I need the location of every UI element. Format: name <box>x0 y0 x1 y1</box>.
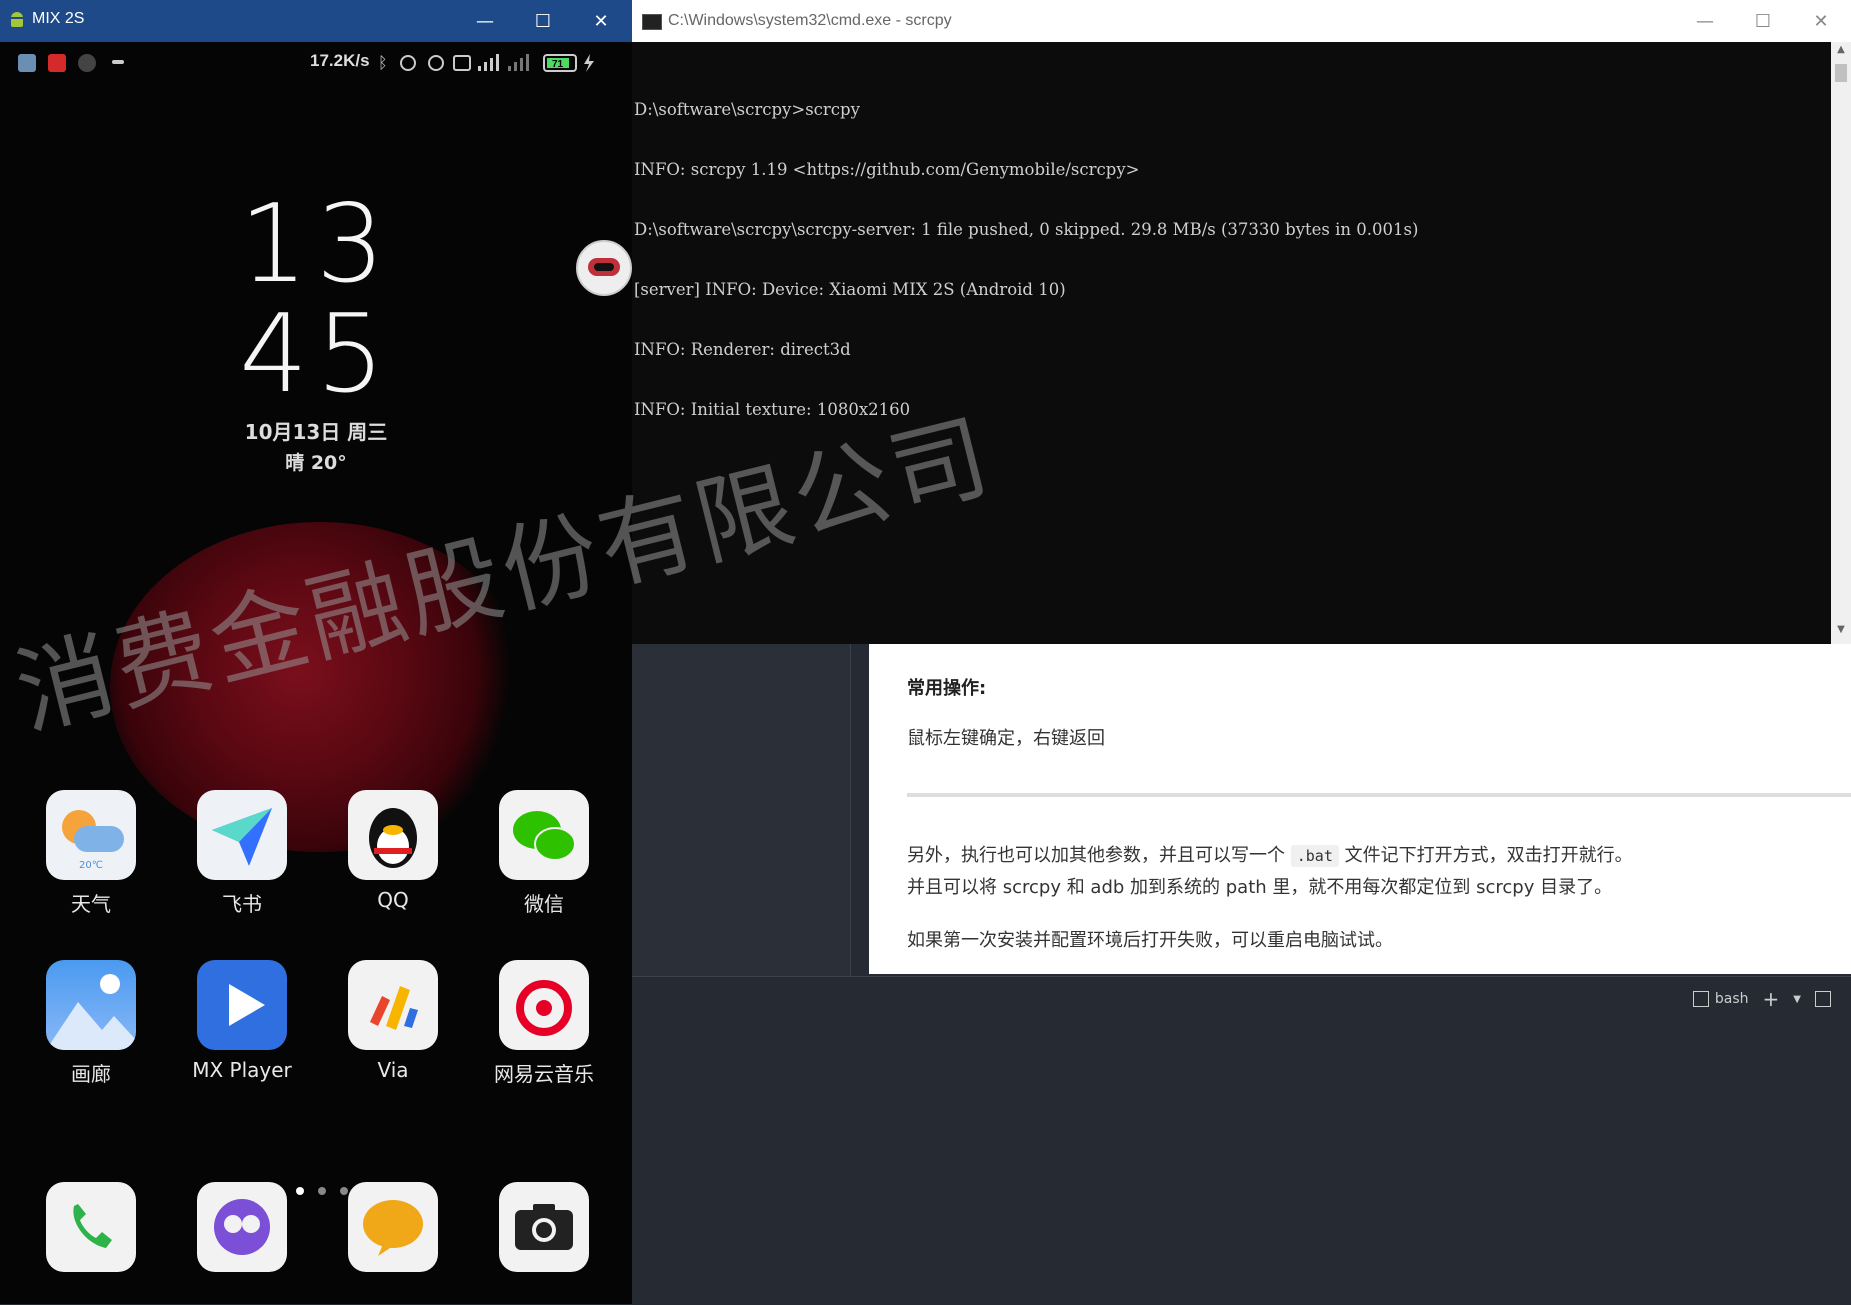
app-via[interactable]: Via <box>338 960 448 1082</box>
inline-code: .bat <box>1290 845 1339 867</box>
clock-minute: 45 <box>239 292 393 417</box>
text-span: 另外，执行也可以加其他参数，并且可以写一个 <box>907 845 1291 866</box>
android-icon <box>10 12 24 27</box>
editor-sidebar <box>632 644 851 976</box>
terminal-shell-label: bash <box>1714 991 1749 1007</box>
more-dots-icon <box>112 60 124 64</box>
console-line: INFO: scrcpy 1.19 <https://github.com/Ge… <box>634 160 1140 179</box>
app-feishu[interactable]: 飞书 <box>187 790 297 917</box>
app-label: 天气 <box>71 892 111 916</box>
add-terminal-icon[interactable]: + <box>1763 987 1780 1011</box>
app-mx-player[interactable]: MX Player <box>187 960 297 1082</box>
close-button[interactable]: ✕ <box>572 0 630 42</box>
dock-phone[interactable] <box>36 1182 146 1272</box>
play-icon <box>197 960 287 1050</box>
app-gallery[interactable]: 画廊 <box>36 960 146 1087</box>
page-dot <box>318 1187 326 1195</box>
phone-icon <box>46 1182 136 1272</box>
console-line: INFO: Initial texture: 1080x2160 <box>634 400 911 419</box>
preview-paragraph: 另外，执行也可以加其他参数，并且可以写一个 .bat 文件记下打开方式，双击打开… <box>907 840 1633 904</box>
cmd-scrollbar[interactable]: ▲ ▼ <box>1831 42 1851 644</box>
split-terminal-icon[interactable] <box>1815 991 1831 1007</box>
dock-messages[interactable] <box>338 1182 448 1272</box>
weather-app-icon: 20℃ <box>46 790 136 880</box>
cmd-window-title: C:\Windows\system32\cmd.exe - scrcpy <box>668 12 952 29</box>
terminal-tab[interactable]: bash <box>1692 991 1749 1007</box>
contacts-icon <box>197 1182 287 1272</box>
chevron-down-icon[interactable]: ▼ <box>1793 994 1801 1005</box>
weather-label: 晴 20° <box>285 452 347 474</box>
preview-paragraph: 如果第一次安装并配置环境后打开失败，可以重启电脑试试。 <box>907 930 1393 951</box>
app-wechat[interactable]: 微信 <box>489 790 599 917</box>
horizontal-rule <box>907 793 1851 797</box>
floating-ball-button[interactable] <box>576 240 632 296</box>
wechat-icon <box>499 790 589 880</box>
scroll-thumb[interactable] <box>1835 64 1847 82</box>
maximize-button[interactable]: ☐ <box>1734 0 1792 42</box>
console-line: D:\software\scrcpy>scrcpy <box>634 100 860 119</box>
status-bar: 17.2K/s ᛒ 71 <box>0 42 632 82</box>
camera-icon <box>499 1182 589 1272</box>
app-label: 网易云音乐 <box>494 1062 594 1086</box>
close-button[interactable]: ✕ <box>1792 0 1850 42</box>
maximize-button[interactable]: ☐ <box>514 0 572 42</box>
qq-penguin-icon <box>348 790 438 880</box>
app-label: QQ <box>377 888 409 912</box>
app-weather[interactable]: 20℃ 天气 <box>36 790 146 917</box>
gallery-icon <box>46 960 136 1050</box>
via-icon <box>348 960 438 1050</box>
console-output[interactable]: D:\software\scrcpy>scrcpy INFO: scrcpy 1… <box>634 60 1824 460</box>
text-span: 文件记下打开方式，双击打开就行。 <box>1338 845 1633 866</box>
cat-icon <box>78 54 96 72</box>
terminal-icon <box>1692 991 1709 1007</box>
dock-contacts[interactable] <box>187 1182 297 1272</box>
preview-paragraph: 鼠标左键确定，右键返回 <box>907 728 1105 749</box>
wallpaper-rose <box>110 522 530 852</box>
dock-camera[interactable] <box>489 1182 599 1272</box>
notification-app-icon <box>18 54 36 72</box>
minimize-button[interactable]: — <box>1676 0 1734 42</box>
app-qq[interactable]: QQ <box>338 790 448 912</box>
scroll-down-icon[interactable]: ▼ <box>1831 624 1851 642</box>
phone-window-titlebar[interactable]: MIX 2S — ☐ ✕ <box>0 0 632 42</box>
svg-text:ᛒ: ᛒ <box>378 55 388 72</box>
app-label: MX Player <box>192 1058 292 1082</box>
date-label: 10月13日 周三 <box>244 420 388 444</box>
phone-screen[interactable]: 17.2K/s ᛒ 71 13 45 10月13日 周三 晴 20° 20℃ 天… <box>0 42 632 1304</box>
netease-music-icon <box>499 960 589 1050</box>
message-bubble-icon <box>348 1182 438 1272</box>
toutiao-icon <box>48 54 66 72</box>
app-netease-music[interactable]: 网易云音乐 <box>489 960 599 1087</box>
feishu-icon <box>197 790 287 880</box>
minimize-button[interactable]: — <box>456 0 514 42</box>
cmd-window: C:\Windows\system32\cmd.exe - scrcpy — ☐… <box>632 0 1851 644</box>
console-line: INFO: Renderer: direct3d <box>634 340 851 359</box>
app-label: 飞书 <box>222 892 262 916</box>
markdown-preview: 常用操作: 鼠标左键确定，右键返回 另外，执行也可以加其他参数，并且可以写一个 … <box>869 644 1851 974</box>
preview-heading: 常用操作: <box>907 678 987 699</box>
app-label: 画廊 <box>71 1062 111 1086</box>
text-span: 并且可以将 scrcpy 和 adb 加到系统的 path 里，就不用每次都定位… <box>907 877 1613 898</box>
status-icons: ᛒ 71 <box>378 54 594 72</box>
console-line: [server] INFO: Device: Xiaomi MIX 2S (An… <box>634 280 1066 299</box>
cmd-window-titlebar[interactable]: C:\Windows\system32\cmd.exe - scrcpy — ☐… <box>632 0 1851 42</box>
terminal-panel[interactable]: bash + ▼ <box>632 976 1851 1305</box>
page-dot-active <box>296 1187 304 1195</box>
clock-hour: 13 <box>239 182 393 307</box>
cmd-icon <box>642 14 662 30</box>
network-speed: 17.2K/s <box>310 51 370 70</box>
terminal-tabbar: bash + ▼ <box>1692 987 1831 1011</box>
app-label: Via <box>377 1058 409 1082</box>
app-label: 微信 <box>524 892 564 916</box>
phone-window-title: MIX 2S <box>32 10 85 27</box>
console-line: D:\software\scrcpy\scrcpy-server: 1 file… <box>634 220 1419 239</box>
scroll-up-icon[interactable]: ▲ <box>1831 44 1851 62</box>
phone-mirror-window: MIX 2S — ☐ ✕ 17.2K/s ᛒ 71 13 45 10月13日 周… <box>0 0 632 1304</box>
battery-level: 71 <box>552 59 564 70</box>
